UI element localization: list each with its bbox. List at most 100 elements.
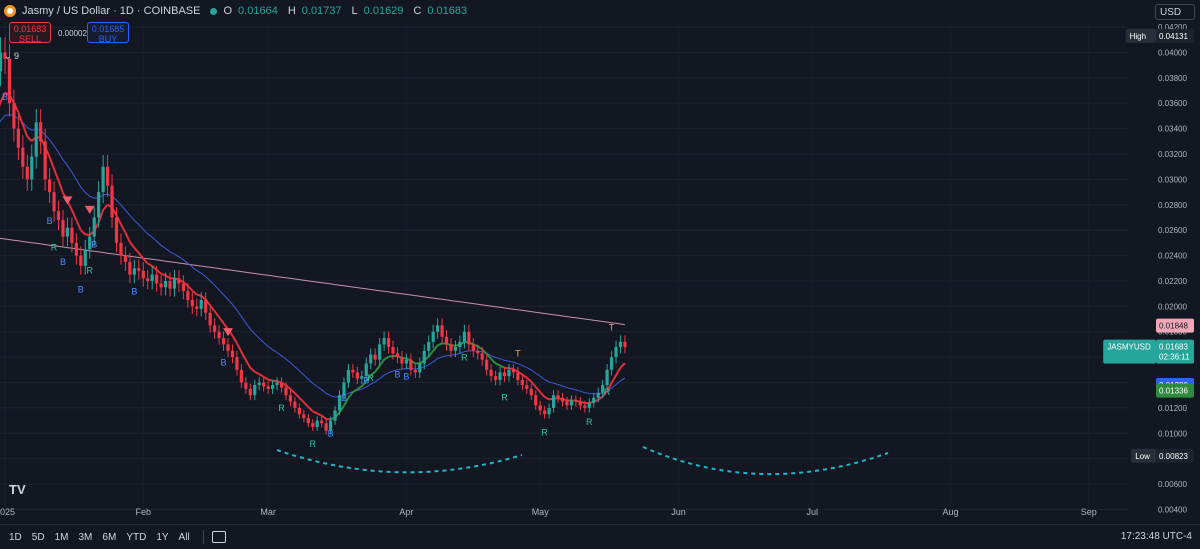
candle-body [17, 129, 20, 148]
candle-body [619, 342, 622, 347]
price-chart[interactable]: 0.042000.040000.038000.036000.034000.032… [0, 0, 1200, 524]
currency-selector[interactable]: USD [1155, 4, 1195, 20]
open-label: O [223, 5, 232, 17]
trend-line-segment [540, 392, 544, 397]
low-value: 0.01629 [364, 5, 404, 17]
y-tick-label: 0.02800 [1158, 201, 1187, 210]
candle-body [124, 256, 127, 262]
candle-body [44, 141, 47, 179]
trend-line-segment [250, 368, 254, 372]
candle-body [84, 249, 87, 266]
candle-body [418, 363, 421, 372]
trend-line-segment [478, 346, 482, 349]
signal-r-marker: R [278, 403, 285, 413]
x-tick-label: 2025 [0, 507, 15, 517]
timeframe-all[interactable]: All [174, 532, 195, 543]
candle-body [530, 389, 533, 395]
trend-line-segment [304, 402, 308, 407]
candle-body [209, 313, 212, 326]
candle-body [293, 402, 296, 408]
signal-b-marker: B [78, 284, 84, 294]
candle-body [195, 306, 198, 309]
candle-body [623, 342, 626, 347]
price-label-value: 0.00823 [1159, 452, 1188, 461]
signal-b-marker: B [394, 369, 400, 379]
signal-t-marker: T [515, 349, 521, 359]
candle-body [494, 376, 497, 380]
candle-body [467, 332, 470, 345]
candle-body [516, 372, 519, 380]
candle-body [565, 402, 568, 406]
trend-line-segment [134, 248, 138, 253]
candle-body [311, 423, 314, 427]
trend-line-segment [232, 336, 236, 344]
timeframe-1y[interactable]: 1Y [151, 532, 173, 543]
trend-line-segment [496, 364, 500, 366]
trend-line-segment [612, 375, 616, 383]
price-label-value: 0.01336 [1159, 387, 1188, 396]
candle-body [66, 228, 69, 237]
indicator-count: 9 [14, 51, 19, 61]
candle-body [490, 370, 493, 376]
y-tick-label: 0.03600 [1158, 99, 1187, 108]
candle-body [168, 281, 171, 289]
candle-body [458, 342, 461, 347]
sell-button[interactable]: 0.01683 SELL [9, 22, 51, 43]
y-tick-label: 0.02000 [1158, 302, 1187, 311]
x-tick-label: Jun [671, 507, 686, 517]
date-range-calendar-icon[interactable] [212, 531, 226, 543]
candle-body [61, 220, 64, 237]
timeframe-1m[interactable]: 1M [50, 532, 74, 543]
signal-r-marker: R [86, 266, 93, 276]
candle-body [48, 179, 51, 192]
candle-body [79, 256, 82, 266]
trend-line-segment [157, 270, 161, 274]
trend-line-segment [313, 411, 317, 413]
signal-r-marker: R [309, 439, 316, 449]
trend-line-segment [389, 356, 393, 357]
trend-line-segment [81, 230, 85, 234]
candle-body [133, 268, 136, 274]
candle-body [110, 186, 113, 218]
candle-body [142, 271, 145, 279]
timeframe-1d[interactable]: 1D [4, 532, 27, 543]
symbol-header: Jasmy / US Dollar · 1D · COINBASE O 0.016… [4, 3, 471, 19]
buy-price: 0.01685 [88, 24, 128, 34]
candle-body [75, 243, 78, 256]
high-value: 0.01737 [302, 5, 342, 17]
candle-body [556, 395, 559, 398]
price-label: 0.01848 [1156, 319, 1194, 333]
utc-clock[interactable]: 17:23:48 UTC-4 [1121, 531, 1192, 542]
signal-b-marker: B [60, 257, 66, 267]
timeframe-ytd[interactable]: YTD [121, 532, 151, 543]
indicator-toggle[interactable]: ⌄ 9 [4, 51, 19, 62]
trend-line-segment [54, 169, 58, 180]
trend-line-segment [161, 274, 165, 276]
trend-line-segment [616, 368, 620, 375]
y-tick-label: 0.03200 [1158, 150, 1187, 159]
trend-line-segment [509, 368, 513, 369]
y-tick-label: 0.00600 [1158, 480, 1187, 489]
candle-body [525, 385, 528, 389]
candle-body [267, 386, 270, 389]
timeframe-3m[interactable]: 3M [74, 532, 98, 543]
candle-body [137, 268, 140, 271]
toolbar-divider [203, 530, 204, 544]
trend-line-segment [0, 102, 1, 116]
trend-line-segment [197, 295, 201, 296]
candle-body [539, 405, 542, 410]
symbol-title[interactable]: Jasmy / US Dollar · 1D · COINBASE [22, 5, 200, 17]
candle-body [128, 262, 131, 275]
y-tick-label: 0.03000 [1158, 175, 1187, 184]
sell-arrow-icon [85, 206, 95, 214]
low-label: L [352, 5, 358, 17]
candle-body [463, 332, 466, 342]
candle-body [298, 408, 301, 414]
timeframe-5d[interactable]: 5D [27, 532, 50, 543]
y-tick-label: 0.02400 [1158, 252, 1187, 261]
candle-body [307, 418, 310, 423]
timeframe-6m[interactable]: 6M [97, 532, 121, 543]
buy-button[interactable]: 0.01685 BUY [87, 22, 129, 43]
candle-body [391, 347, 394, 353]
trend-line-segment [500, 365, 504, 367]
